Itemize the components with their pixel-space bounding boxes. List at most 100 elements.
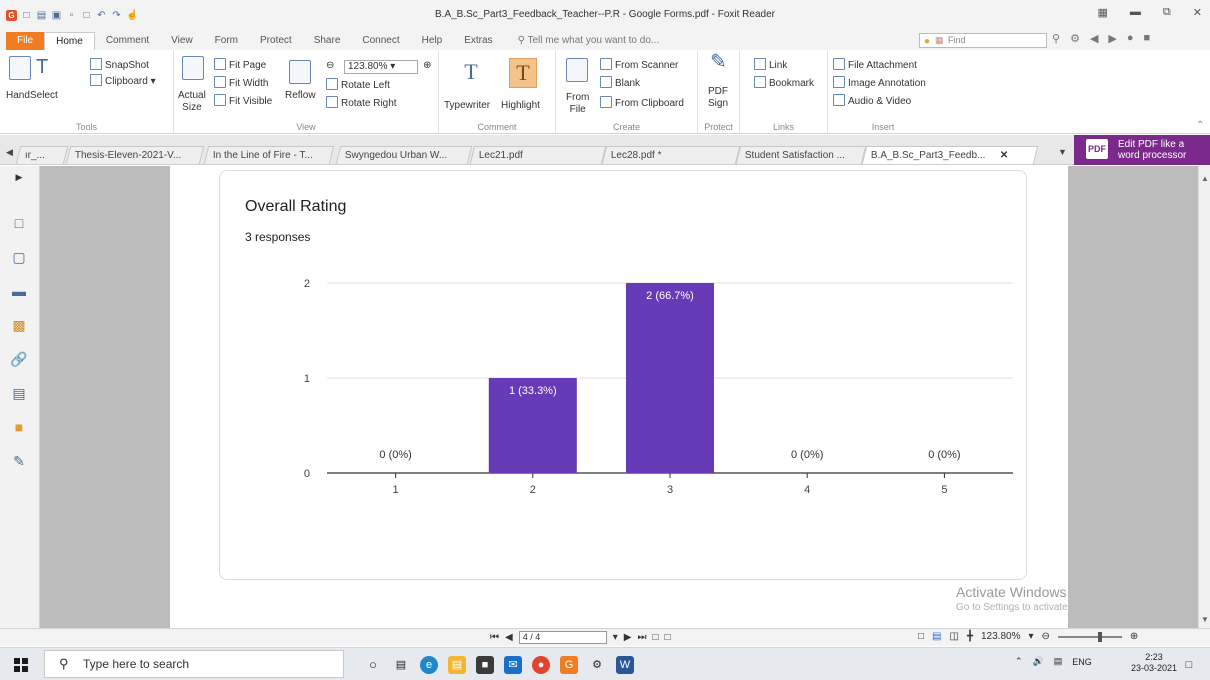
restore-button[interactable]: ⧉: [1163, 6, 1171, 19]
edge-browser-icon[interactable]: e: [420, 656, 438, 674]
collapse-ribbon-icon[interactable]: ⌃: [1196, 120, 1204, 132]
network-icon[interactable]: ▤: [1054, 656, 1063, 667]
facing-page-icon[interactable]: ◫: [950, 631, 959, 642]
first-page-icon[interactable]: ⏮: [490, 632, 499, 643]
zoom-dropdown-icon[interactable]: ▾: [1028, 631, 1033, 642]
chrome-icon[interactable]: ●: [532, 656, 550, 674]
doc-tab-4[interactable]: Swyngedou Urban W...: [335, 146, 473, 164]
tell-me-box[interactable]: ⚲ Tell me what you want to do...: [518, 32, 660, 50]
image-annotation-button[interactable]: Image Annotation: [833, 76, 926, 90]
highlight-button[interactable]: Highlight: [501, 100, 540, 112]
zoom-in-status-icon[interactable]: ⊕: [1130, 631, 1138, 642]
settings-gear-icon[interactable]: ⚙: [1070, 32, 1080, 45]
word-icon[interactable]: W: [616, 656, 634, 674]
tab-extras[interactable]: Extras: [453, 32, 503, 50]
rotate-right-button[interactable]: Rotate Right: [326, 96, 397, 110]
tab-home[interactable]: Home: [44, 32, 95, 50]
notification-icon[interactable]: ●: [924, 35, 930, 48]
fields-icon[interactable]: ▤: [10, 384, 28, 402]
highlight-icon[interactable]: T: [509, 58, 537, 88]
tab-comment[interactable]: Comment: [95, 32, 160, 50]
select-tool-button[interactable]: Select: [30, 90, 58, 102]
hand-tool-button[interactable]: Hand: [6, 90, 30, 102]
tab-view[interactable]: View: [160, 32, 204, 50]
blank-button[interactable]: Blank: [600, 76, 640, 90]
next-view-icon[interactable]: □: [664, 632, 670, 643]
actual-size-button[interactable]: Actual Size: [178, 90, 206, 114]
tab-share[interactable]: Share: [303, 32, 352, 50]
file-explorer-icon[interactable]: ▤: [448, 656, 466, 674]
from-file-button[interactable]: From File: [566, 92, 589, 116]
security-lock-icon[interactable]: ■: [10, 418, 28, 436]
find-input[interactable]: ● ▦ Find: [919, 33, 1047, 48]
single-page-icon[interactable]: □: [918, 631, 924, 642]
tab-connect[interactable]: Connect: [351, 32, 410, 50]
doc-tab-active[interactable]: B.A_B.Sc_Part3_Feedb... ✕: [861, 146, 1039, 164]
taskbar-clock[interactable]: 2:23 23-03-2021: [1131, 652, 1177, 674]
fit-page-button[interactable]: Fit Page: [214, 58, 266, 72]
cortana-icon[interactable]: ○: [364, 656, 382, 674]
fit-width-button[interactable]: Fit Width: [214, 76, 268, 90]
close-button[interactable]: ✕: [1193, 6, 1202, 19]
tab-scroll-left-icon[interactable]: ◀: [6, 147, 13, 158]
comments-icon[interactable]: ▩: [10, 316, 28, 334]
volume-icon[interactable]: 🔊: [1033, 656, 1044, 667]
foxit-reader-taskbar-icon[interactable]: G: [560, 656, 578, 674]
zoom-out-icon[interactable]: ⊖: [326, 60, 334, 72]
layers-icon[interactable]: ▬: [10, 282, 28, 300]
link-button[interactable]: Link: [754, 58, 787, 72]
bookmark-button[interactable]: Bookmark: [754, 76, 814, 90]
pages-icon[interactable]: ▢: [10, 248, 28, 266]
store-icon[interactable]: ■: [476, 656, 494, 674]
find-prev-icon[interactable]: ◀: [1090, 32, 1098, 45]
doc-tab-7[interactable]: Student Satisfaction ...: [735, 146, 867, 164]
audio-video-button[interactable]: Audio & Video: [833, 94, 911, 108]
skin-icon[interactable]: ■: [1144, 32, 1151, 45]
notifications-icon[interactable]: □: [1180, 656, 1198, 674]
typewriter-button[interactable]: Typewriter: [444, 100, 490, 112]
zoom-out-status-icon[interactable]: ⊖: [1042, 631, 1050, 642]
bookmarks-icon[interactable]: □: [10, 214, 28, 232]
account-icon[interactable]: ●: [1127, 32, 1134, 45]
doc-tab-6[interactable]: Lec28.pdf *: [601, 146, 741, 164]
task-view-icon[interactable]: ▤: [392, 656, 410, 674]
close-tab-icon[interactable]: ✕: [999, 147, 1007, 164]
search-icon[interactable]: ⚲: [1052, 32, 1060, 45]
page-number-input[interactable]: 4 / 4: [518, 631, 607, 644]
previous-view-icon[interactable]: □: [652, 632, 658, 643]
edit-pdf-promo[interactable]: PDF Edit PDF like a word processor: [1074, 135, 1210, 165]
fit-visible-button[interactable]: Fit Visible: [214, 94, 272, 108]
rotate-left-button[interactable]: Rotate Left: [326, 78, 390, 92]
minimize-button[interactable]: ▬: [1130, 6, 1141, 19]
tab-list-dropdown-icon[interactable]: ▼: [1058, 147, 1067, 157]
prev-page-icon[interactable]: ◀: [505, 632, 513, 643]
zoom-slider[interactable]: [1057, 631, 1122, 642]
tab-file[interactable]: File: [6, 32, 45, 50]
actual-size-icon[interactable]: [182, 56, 204, 80]
zoom-in-icon[interactable]: ⊕: [423, 60, 431, 72]
attachments-icon[interactable]: 🔗: [10, 350, 28, 368]
status-zoom-value[interactable]: 123.80%: [981, 631, 1020, 642]
ribbon-options-icon[interactable]: ▦: [1098, 6, 1108, 19]
from-scanner-button[interactable]: From Scanner: [600, 58, 678, 72]
taskbar-search-input[interactable]: ⚲ Type here to search: [44, 650, 344, 678]
snapshot-button[interactable]: SnapShot: [90, 58, 149, 72]
find-options-icon[interactable]: ▦: [935, 34, 944, 47]
zoom-select[interactable]: 123.80% ▾: [344, 60, 418, 74]
doc-tab-3[interactable]: In the Line of Fire - T...: [203, 146, 335, 164]
pdf-sign-button[interactable]: PDF Sign: [708, 86, 728, 110]
vertical-scrollbar[interactable]: ▲ ▼: [1198, 166, 1210, 628]
reflow-icon[interactable]: [289, 60, 311, 84]
page-dropdown-icon[interactable]: ▾: [613, 632, 618, 643]
scroll-up-icon[interactable]: ▲: [1201, 174, 1209, 183]
doc-tab-5[interactable]: Lec21.pdf: [469, 146, 607, 164]
reflow-button[interactable]: Reflow: [285, 90, 316, 102]
mail-icon[interactable]: ✉: [504, 656, 522, 674]
expand-panel-icon[interactable]: ▶: [10, 168, 28, 186]
show-hidden-icons-icon[interactable]: ⌃: [1015, 656, 1023, 667]
scroll-down-icon[interactable]: ▼: [1201, 615, 1209, 624]
file-attachment-button[interactable]: File Attachment: [833, 58, 917, 72]
from-file-icon[interactable]: [566, 58, 588, 82]
windows-start-icon[interactable]: [14, 658, 28, 672]
clipboard-button[interactable]: Clipboard ▾: [90, 74, 156, 88]
